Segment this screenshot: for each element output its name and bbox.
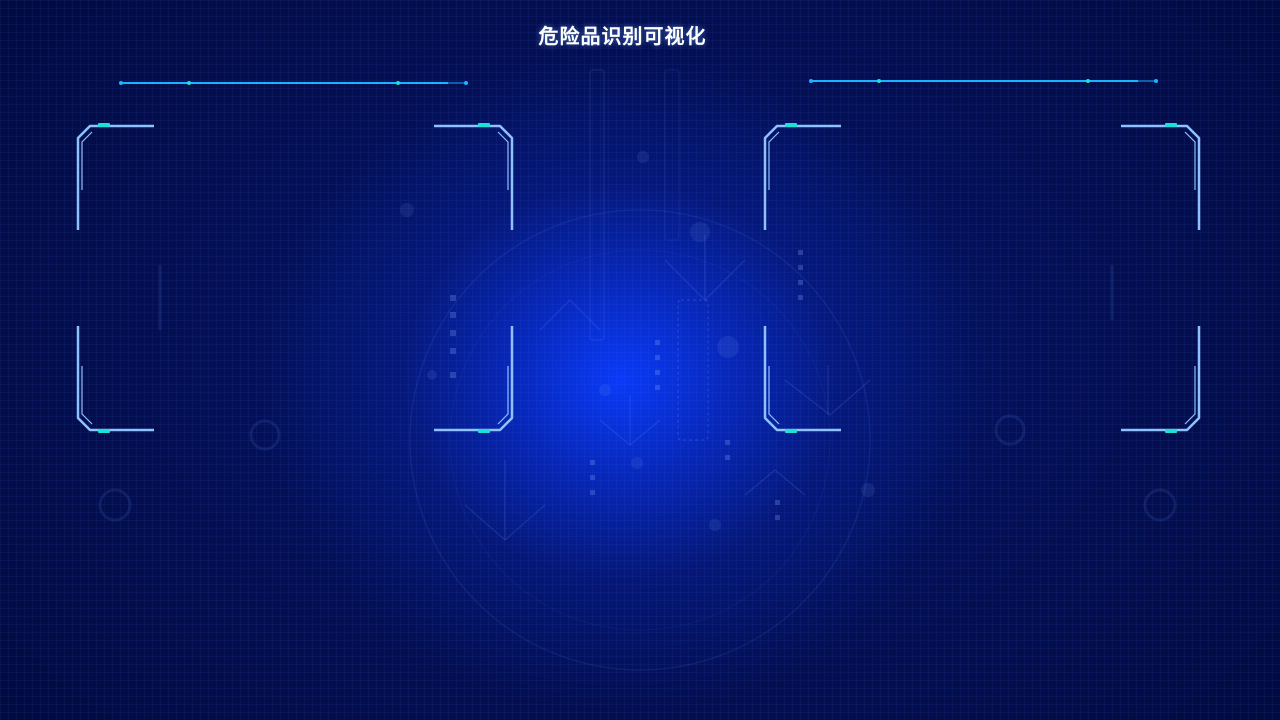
dashboard-stage: 危险品识别可视化	[0, 0, 1280, 720]
right-header-line	[809, 79, 1158, 83]
right-panel-frame	[763, 123, 1201, 433]
left-panel	[72, 120, 516, 436]
page-title: 危险品识别可视化	[538, 24, 707, 48]
left-panel-frame	[76, 123, 514, 433]
right-panel	[759, 120, 1203, 436]
left-header-line	[119, 81, 468, 85]
